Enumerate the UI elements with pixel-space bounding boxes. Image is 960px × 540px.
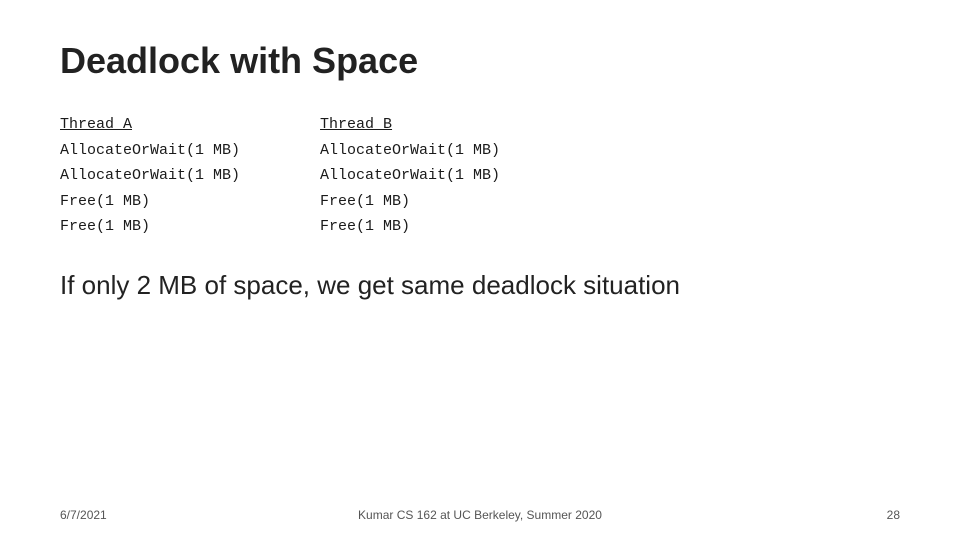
slide-footer: 6/7/2021 Kumar CS 162 at UC Berkeley, Su…	[60, 508, 900, 522]
description-text: If only 2 MB of space, we get same deadl…	[60, 270, 900, 301]
slide: Deadlock with Space Thread A AllocateOrW…	[0, 0, 960, 540]
thread-a-line-1: AllocateOrWait(1 MB)	[60, 138, 240, 164]
thread-b-label: Thread B	[320, 112, 500, 138]
thread-a-line-2: AllocateOrWait(1 MB)	[60, 163, 240, 189]
code-section: Thread A AllocateOrWait(1 MB) AllocateOr…	[60, 112, 900, 240]
footer-center: Kumar CS 162 at UC Berkeley, Summer 2020	[140, 508, 820, 522]
footer-date: 6/7/2021	[60, 508, 140, 522]
thread-a-label: Thread A	[60, 112, 240, 138]
thread-a-line-3: Free(1 MB)	[60, 189, 240, 215]
thread-b-line-1: AllocateOrWait(1 MB)	[320, 138, 500, 164]
slide-title: Deadlock with Space	[60, 40, 900, 82]
footer-page: 28	[820, 508, 900, 522]
thread-b-line-4: Free(1 MB)	[320, 214, 500, 240]
thread-b-line-3: Free(1 MB)	[320, 189, 500, 215]
thread-b-column: Thread B AllocateOrWait(1 MB) AllocateOr…	[320, 112, 500, 240]
thread-b-line-2: AllocateOrWait(1 MB)	[320, 163, 500, 189]
thread-a-line-4: Free(1 MB)	[60, 214, 240, 240]
thread-a-column: Thread A AllocateOrWait(1 MB) AllocateOr…	[60, 112, 240, 240]
